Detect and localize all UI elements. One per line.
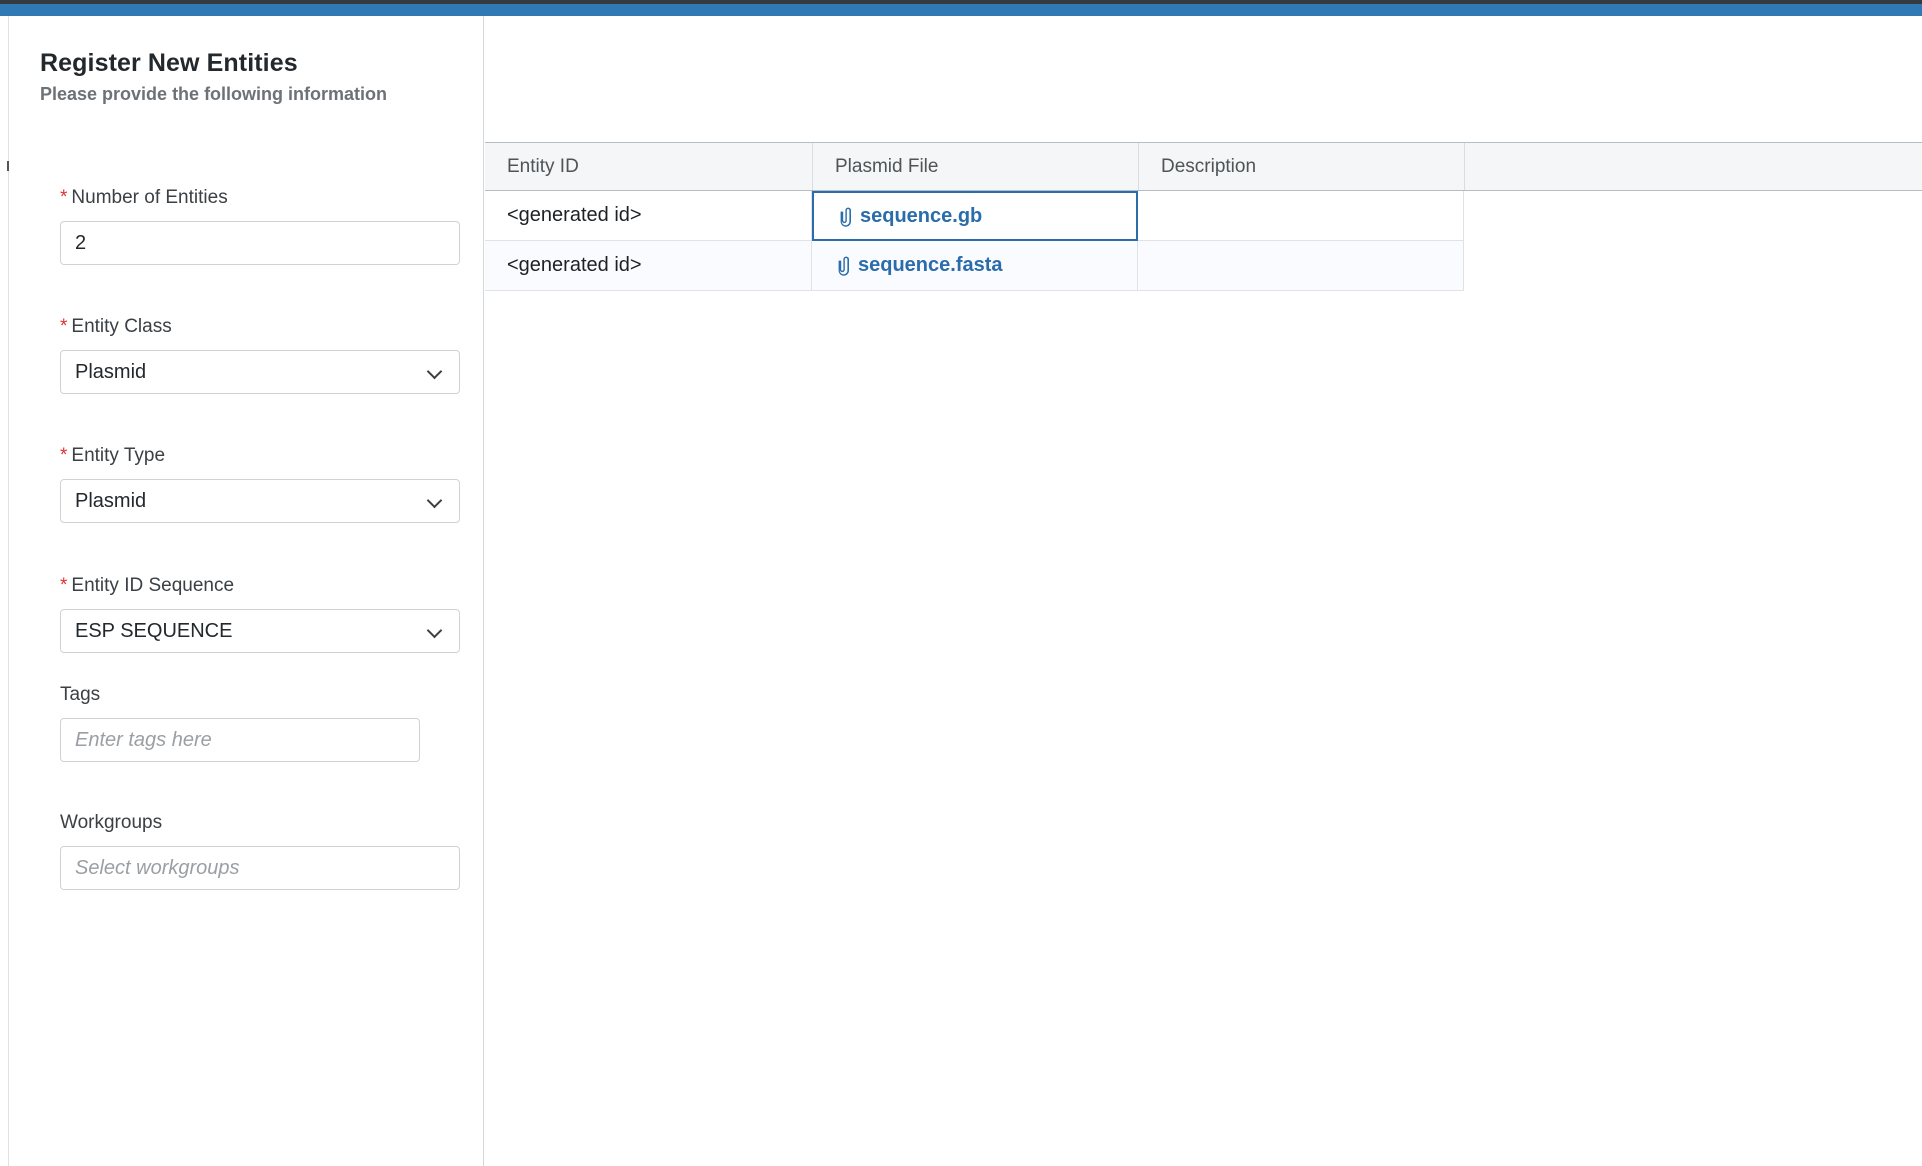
entity-class-select[interactable]: Plasmid — [60, 350, 460, 394]
field-label: * Entity Class — [60, 315, 460, 339]
table-row[interactable]: <generated id> sequence.gb — [485, 191, 1922, 241]
cell-description[interactable] — [1138, 191, 1464, 241]
cell-filler — [1464, 241, 1922, 291]
cell-entity-id[interactable]: <generated id> — [485, 191, 812, 241]
chevron-down-icon — [428, 494, 443, 509]
field-label-text: Tags — [60, 684, 101, 705]
registration-form-panel: * Number of Entities 2 * Entity Class Plas… — [0, 16, 483, 1166]
field-label-text: Entity ID Sequence — [71, 575, 235, 596]
column-header-description[interactable]: Description — [1138, 143, 1464, 190]
chevron-down-icon — [428, 624, 443, 639]
field-label: * Entity ID Sequence — [60, 574, 460, 598]
entity-class-value: Plasmid — [75, 360, 147, 383]
entity-id-sequence-select[interactable]: ESP SEQUENCE — [60, 609, 460, 653]
workgroups-input[interactable]: Select workgroups — [60, 846, 460, 890]
required-asterisk: * — [60, 445, 68, 466]
required-asterisk: * — [60, 187, 68, 208]
column-header-entity-id[interactable]: Entity ID — [485, 143, 812, 190]
plasmid-file-name: sequence.gb — [860, 204, 983, 227]
field-number-of-entities: * Number of Entities 2 — [60, 186, 460, 265]
column-header-plasmid-file[interactable]: Plasmid File — [812, 143, 1138, 190]
field-entity-type: * Entity Type Plasmid — [60, 444, 460, 523]
field-label-text: Workgroups — [60, 812, 163, 833]
entity-type-value: Plasmid — [75, 489, 147, 512]
entities-grid: Entity ID Plasmid File Description <gene… — [485, 142, 1922, 291]
cell-filler — [1464, 191, 1922, 241]
column-header-filler — [1464, 143, 1922, 190]
required-asterisk: * — [60, 316, 68, 337]
paperclip-icon — [838, 256, 849, 276]
field-label-text: Number of Entities — [71, 187, 228, 208]
cell-plasmid-file[interactable]: sequence.fasta — [812, 241, 1138, 291]
field-label: * Entity Type — [60, 444, 460, 468]
field-workgroups: Workgroups Select workgroups — [60, 811, 460, 890]
cell-entity-id[interactable]: <generated id> — [485, 241, 812, 291]
field-label: Workgroups — [60, 811, 460, 835]
field-label: * Number of Entities — [60, 186, 460, 210]
tags-input[interactable]: Enter tags here — [60, 718, 420, 762]
plasmid-file-name: sequence.fasta — [858, 254, 1003, 276]
entity-type-select[interactable]: Plasmid — [60, 479, 460, 523]
field-entity-class: * Entity Class Plasmid — [60, 315, 460, 394]
grid-header-row: Entity ID Plasmid File Description — [485, 142, 1922, 191]
entity-id-sequence-value: ESP SEQUENCE — [75, 619, 233, 642]
field-tags: Tags Enter tags here — [60, 683, 420, 762]
app-accent-bar — [0, 4, 1922, 16]
cell-plasmid-file[interactable]: sequence.gb — [812, 191, 1138, 241]
field-label-text: Entity Class — [71, 316, 172, 337]
field-entity-id-sequence: * Entity ID Sequence ESP SEQUENCE — [60, 574, 460, 653]
entities-table-area: Entity ID Plasmid File Description <gene… — [484, 16, 1922, 1166]
required-asterisk: * — [60, 575, 68, 596]
chevron-down-icon — [428, 365, 443, 380]
cell-description[interactable] — [1138, 241, 1464, 291]
paperclip-icon — [840, 207, 851, 227]
field-label: Tags — [60, 683, 420, 707]
table-row[interactable]: <generated id> sequence.fasta — [485, 241, 1922, 291]
page-body: Register New Entities Please provide the… — [0, 16, 1922, 1166]
number-of-entities-input[interactable]: 2 — [60, 221, 460, 265]
field-label-text: Entity Type — [71, 445, 166, 466]
